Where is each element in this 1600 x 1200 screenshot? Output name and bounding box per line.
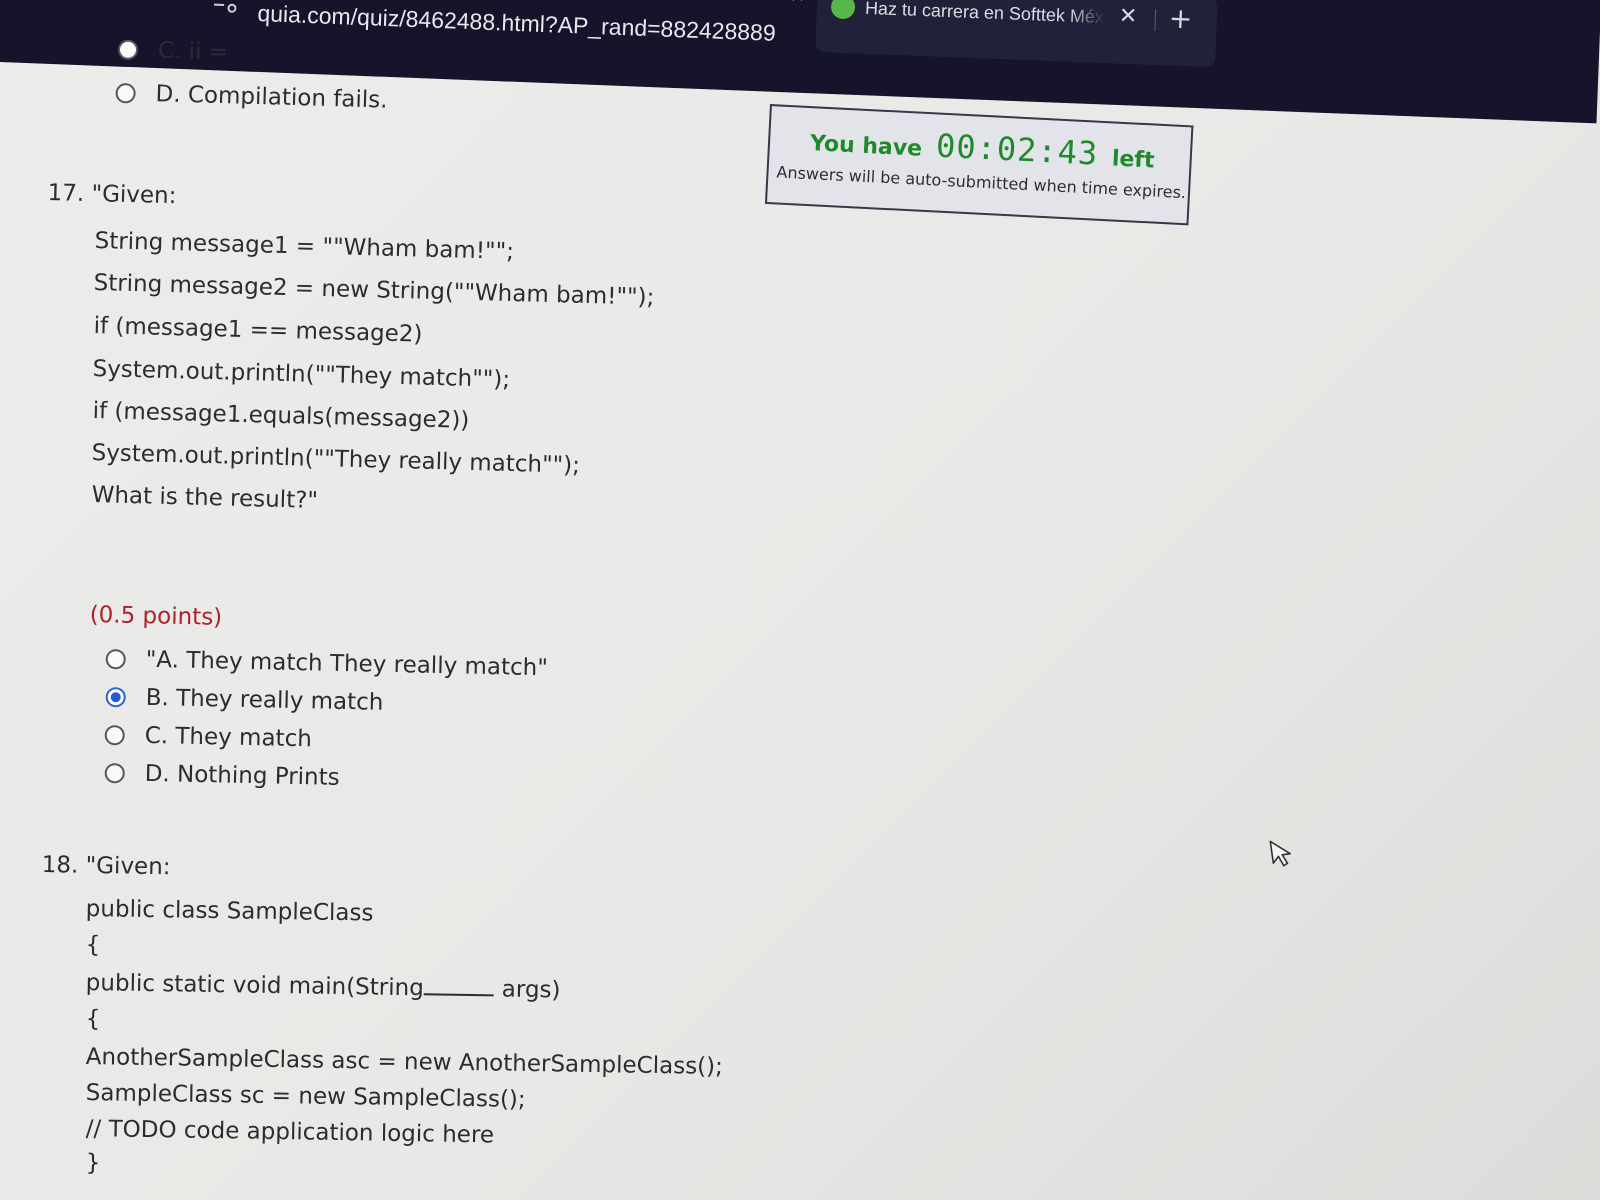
q18-main-args: args) <box>501 976 561 1004</box>
q17-option-d[interactable]: D. Nothing Prints <box>104 760 340 791</box>
q17-code-line: String message2 = new String(""Wham bam!… <box>93 270 655 311</box>
q18-code-line: { <box>85 1006 101 1033</box>
q16-option-d[interactable]: D. Compilation fails. <box>115 80 388 114</box>
q18-code-line-main: public static void main(String args) <box>86 970 561 1003</box>
q17-code-line: System.out.println(""They match""); <box>92 356 511 393</box>
q17-code-line: System.out.println(""They really match""… <box>91 440 581 479</box>
q17-option-a-radio[interactable] <box>105 648 126 670</box>
q16-option-c-radio[interactable] <box>117 39 139 61</box>
q16-option-c-label: C. ii = <box>157 37 229 66</box>
q16-option-c[interactable]: C. ii = <box>117 36 229 66</box>
q18-code-line: } <box>85 1150 101 1177</box>
q17-intro: "Given: <box>91 181 177 210</box>
q17-code-line: if (message1.equals(message2)) <box>92 398 470 434</box>
q17-option-b-label: B. They really match <box>145 684 384 716</box>
q17-option-c-label: C. They match <box>144 722 313 753</box>
q18-code-line: // TODO code application logic here <box>85 1116 495 1149</box>
q17-option-c-radio[interactable] <box>104 724 125 746</box>
q17-option-b[interactable]: B. They really match <box>105 684 384 716</box>
q17-option-a[interactable]: "A. They match They really match" <box>105 646 548 681</box>
q17-number: 17. <box>47 180 85 207</box>
mouse-pointer-icon <box>1269 840 1291 867</box>
q18-code-line: AnotherSampleClass asc = new AnotherSamp… <box>85 1044 724 1081</box>
q18-blank <box>423 975 494 997</box>
quiz-content: C. ii = D. Compilation fails. 17. "Given… <box>0 0 1600 1200</box>
q17-code-line: if (message1 == message2) <box>93 313 423 348</box>
q17-option-b-radio-selected[interactable] <box>105 686 126 708</box>
q18-code-line: { <box>85 932 101 959</box>
q17-question-text: What is the result?" <box>91 482 319 514</box>
q18-code-line: SampleClass sc = new SampleClass(); <box>85 1080 526 1113</box>
q18-header: 18. "Given: <box>42 852 171 880</box>
q18-main-signature: public static void main(String <box>85 970 425 1002</box>
q18-number: 18. <box>41 852 79 879</box>
q17-option-d-label: D. Nothing Prints <box>144 760 340 791</box>
q16-option-d-label: D. Compilation fails. <box>155 81 388 114</box>
q18-intro: "Given: <box>85 852 171 881</box>
q17-code-line: String message1 = ""Wham bam!""; <box>94 228 515 265</box>
q17-option-a-label: "A. They match They really match" <box>145 646 549 682</box>
q17-option-c[interactable]: C. They match <box>104 722 312 752</box>
q18-code-line: public class SampleClass <box>85 896 374 927</box>
q17-points: (0.5 points) <box>89 602 223 631</box>
quiz-page: quia.com/quiz/8462488.html?AP_rand=88242… <box>0 0 1600 1200</box>
q17-header: 17. "Given: <box>47 180 176 209</box>
q16-option-d-radio[interactable] <box>115 82 136 104</box>
q17-option-d-radio[interactable] <box>104 762 125 784</box>
